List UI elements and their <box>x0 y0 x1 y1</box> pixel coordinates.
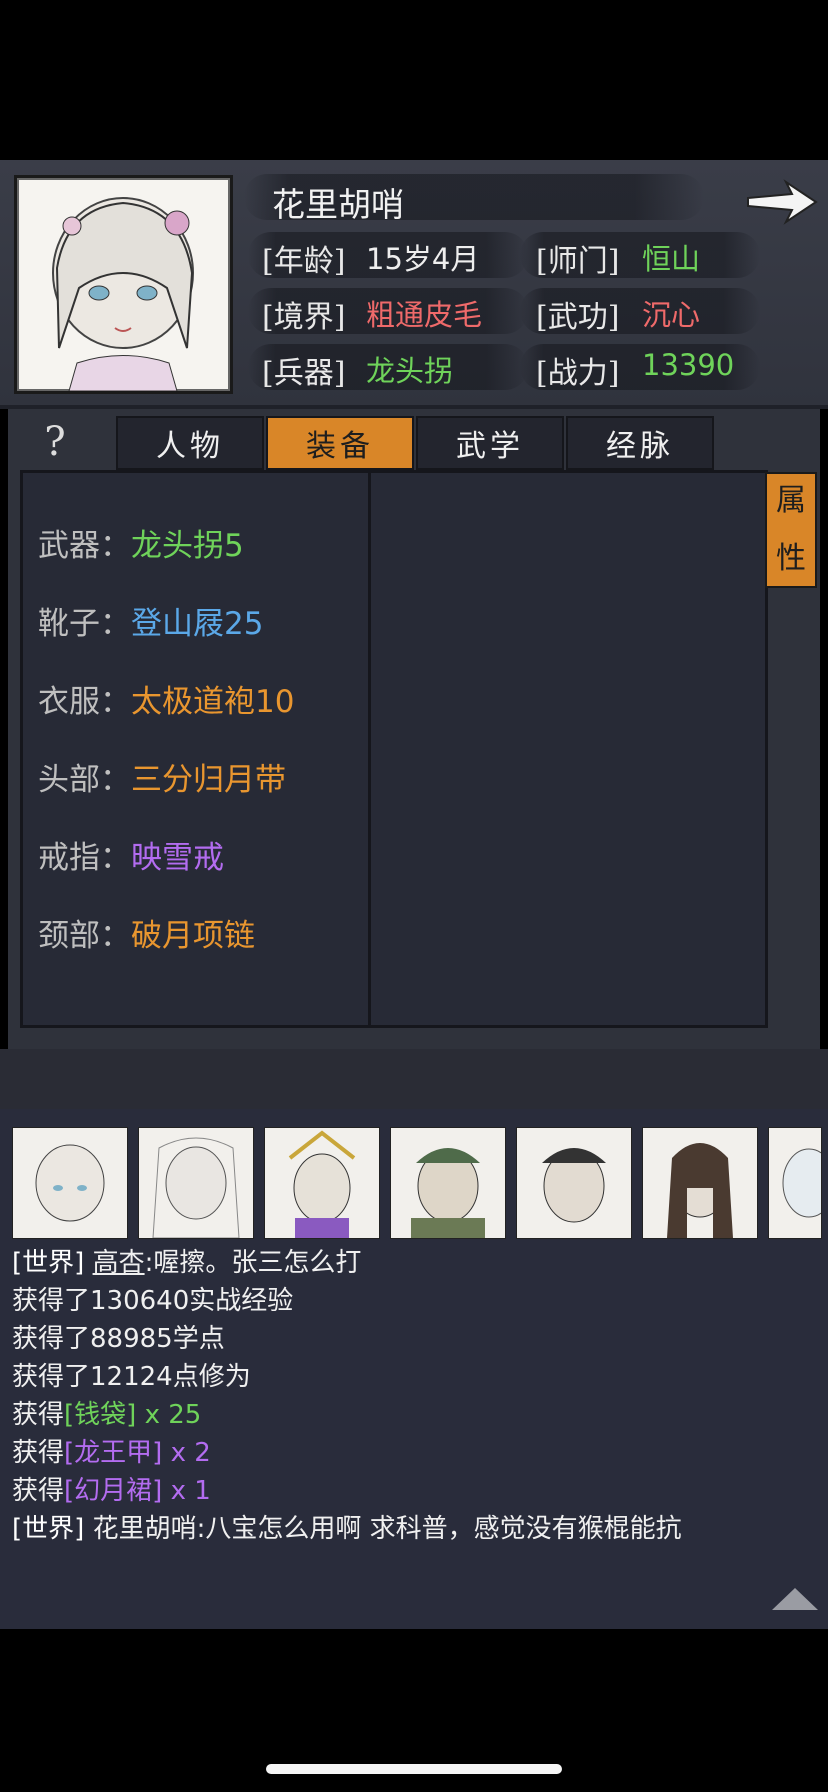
chat-message: 获得了88985学点 <box>12 1324 225 1354</box>
sect-value: 恒山 <box>642 242 701 276</box>
party-avatar[interactable] <box>768 1127 822 1239</box>
skill-label: [武功] <box>536 300 620 335</box>
slot-label: 戒指： <box>38 840 131 876</box>
slot-item: 龙头拐5 <box>131 528 244 564</box>
realm-label: [境界] <box>262 300 346 335</box>
age-value: 15岁4月 <box>366 242 480 276</box>
chat-item-link[interactable]: [钱袋] <box>64 1400 136 1430</box>
chat-text: 获得 <box>12 1400 65 1430</box>
slot-label: 头部： <box>38 762 131 798</box>
slot-item: 破月项链 <box>131 918 255 954</box>
party-avatar[interactable] <box>390 1127 506 1239</box>
power-label: [战力] <box>536 356 620 391</box>
chat-item-qty: x 1 <box>162 1476 211 1506</box>
divider-band <box>0 1049 828 1109</box>
slot-item: 三分归月带 <box>131 762 286 798</box>
next-arrow-icon[interactable] <box>742 174 820 230</box>
chat-item-link[interactable]: [龙王甲] <box>64 1438 162 1468</box>
equipment-detail-area <box>368 470 768 1028</box>
character-name: 花里胡哨 <box>272 185 404 224</box>
weapon-value: 龙头拐 <box>366 354 454 388</box>
slot-item: 登山屐25 <box>131 606 264 642</box>
attr-char-1: 属 <box>776 483 806 518</box>
help-icon[interactable]: ? <box>34 418 76 466</box>
party-avatar[interactable] <box>516 1127 632 1239</box>
equip-slot-clothes[interactable]: 衣服：太极道袍10 <box>38 676 294 721</box>
chat-text: :喔擦。张三怎么打 <box>144 1248 362 1278</box>
equip-slot-head[interactable]: 头部：三分归月带 <box>38 754 286 799</box>
realm-value: 粗通皮毛 <box>366 298 483 332</box>
slot-label: 衣服： <box>38 684 131 720</box>
slot-label: 靴子： <box>38 606 131 642</box>
tab-martial-arts[interactable]: 武学 <box>416 416 564 470</box>
chat-item-link[interactable]: [幻月裙] <box>64 1476 162 1506</box>
chat-message: [世界] 花里胡哨:八宝怎么用啊 求科普，感觉没有猴棍能抗 <box>12 1508 682 1545</box>
weapon-label: [兵器] <box>262 356 346 391</box>
chat-username[interactable]: 花里胡哨 <box>93 1514 197 1544</box>
chat-text: :八宝怎么用啊 求科普，感觉没有猴棍能抗 <box>196 1514 682 1544</box>
attr-char-2: 性 <box>776 541 806 576</box>
chat-message: 获得[幻月裙] x 1 <box>12 1470 211 1507</box>
home-indicator[interactable] <box>266 1764 562 1774</box>
channel-tag: [世界] <box>12 1514 85 1544</box>
expand-chat-icon[interactable] <box>770 1584 820 1612</box>
slot-item: 映雪戒 <box>131 840 224 876</box>
party-avatar[interactable] <box>138 1127 254 1239</box>
slot-label: 武器： <box>38 528 131 564</box>
chat-message: 获得了130640实战经验 <box>12 1286 294 1316</box>
chat-item-qty: x 25 <box>136 1400 202 1430</box>
attributes-button[interactable]: 属 性 <box>765 472 817 588</box>
chat-text: 获得 <box>12 1476 65 1506</box>
equip-slot-weapon[interactable]: 武器：龙头拐5 <box>38 520 244 565</box>
tab-equipment[interactable]: 装备 <box>266 416 414 470</box>
slot-item: 太极道袍10 <box>131 684 295 720</box>
chat-message: 获得[钱袋] x 25 <box>12 1394 201 1431</box>
equip-slot-boots[interactable]: 靴子：登山屐25 <box>38 598 263 643</box>
party-avatar[interactable] <box>12 1127 128 1239</box>
skill-value: 沉心 <box>642 298 701 332</box>
chat-message: 获得[龙王甲] x 2 <box>12 1432 211 1469</box>
tab-character[interactable]: 人物 <box>116 416 264 470</box>
power-value: 13390 <box>642 348 735 382</box>
chat-message: [世界] 高杏:喔擦。张三怎么打 <box>12 1242 361 1279</box>
chat-username[interactable]: 高杏 <box>93 1248 145 1278</box>
party-avatar[interactable] <box>642 1127 758 1239</box>
party-avatar[interactable] <box>264 1127 380 1239</box>
channel-tag: [世界] <box>12 1248 85 1278</box>
chat-text: 获得 <box>12 1438 65 1468</box>
tab-meridians[interactable]: 经脉 <box>566 416 714 470</box>
slot-label: 颈部： <box>38 918 131 954</box>
chat-item-qty: x 2 <box>162 1438 211 1468</box>
sect-label: [师门] <box>536 244 620 279</box>
age-label: [年龄] <box>262 244 346 279</box>
equip-slot-neck[interactable]: 颈部：破月项链 <box>38 910 255 955</box>
chat-message: 获得了12124点修为 <box>12 1362 251 1392</box>
equip-slot-ring[interactable]: 戒指：映雪戒 <box>38 832 224 877</box>
character-portrait <box>14 175 233 394</box>
